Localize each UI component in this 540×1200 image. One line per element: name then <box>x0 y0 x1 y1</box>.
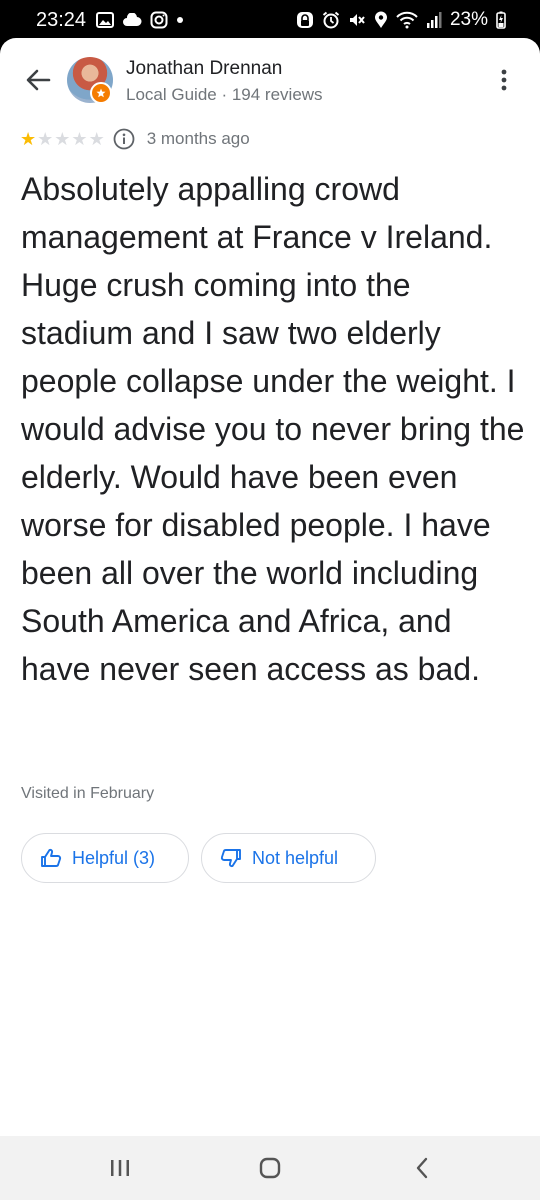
recent-apps-button[interactable] <box>100 1154 140 1182</box>
star-empty-icon: ★ <box>88 129 105 149</box>
home-icon <box>259 1157 281 1179</box>
status-bar: 23:24 23% <box>0 0 540 40</box>
visited-date: Visited in February <box>21 785 155 802</box>
back-icon <box>416 1157 428 1179</box>
battery-percent: 23% <box>449 9 488 30</box>
rating-row: ★ ★ ★ ★ ★ 3 months ago <box>20 128 250 150</box>
star-filled-icon: ★ <box>20 129 37 149</box>
lock-badge-icon <box>296 11 314 29</box>
helpful-button[interactable]: Helpful (3) <box>21 833 189 883</box>
instagram-icon <box>150 11 168 29</box>
star-rating: ★ ★ ★ ★ ★ <box>20 130 105 148</box>
wifi-icon <box>396 11 418 29</box>
image-icon <box>96 12 114 28</box>
more-vert-icon <box>501 69 507 91</box>
signal-icon <box>426 11 442 29</box>
local-guide-badge-icon <box>90 82 112 104</box>
alarm-icon <box>322 11 340 29</box>
location-icon <box>374 11 388 29</box>
dot-icon <box>176 16 184 24</box>
back-button[interactable] <box>20 62 56 98</box>
mute-icon <box>348 11 366 29</box>
review-age: 3 months ago <box>146 129 250 148</box>
review-text: Absolutely appalling crowd management at… <box>21 171 525 687</box>
star-empty-icon: ★ <box>71 129 88 149</box>
helpful-label: Helpful (3) <box>72 847 156 868</box>
info-icon[interactable] <box>113 128 135 150</box>
system-nav-bar <box>0 1136 540 1200</box>
reviewer-meta: Local Guide · 194 reviews <box>126 85 323 104</box>
cloud-icon <box>122 13 142 27</box>
review-sheet: Jonathan Drennan Local Guide · 194 revie… <box>0 38 540 1136</box>
not-helpful-label: Not helpful <box>252 847 339 868</box>
battery-charging-icon <box>496 11 506 29</box>
thumb-up-icon <box>41 848 62 867</box>
arrow-back-icon <box>26 69 51 91</box>
thumb-down-icon <box>220 849 241 868</box>
home-button[interactable] <box>250 1154 290 1182</box>
not-helpful-button[interactable]: Not helpful <box>201 833 376 883</box>
star-empty-icon: ★ <box>54 129 71 149</box>
star-empty-icon: ★ <box>37 129 54 149</box>
reviewer-name[interactable]: Jonathan Drennan <box>126 58 282 80</box>
status-time: 23:24 <box>36 9 87 31</box>
more-options-button[interactable] <box>488 62 520 98</box>
recent-apps-icon <box>111 1160 129 1176</box>
system-back-button[interactable] <box>402 1154 442 1182</box>
